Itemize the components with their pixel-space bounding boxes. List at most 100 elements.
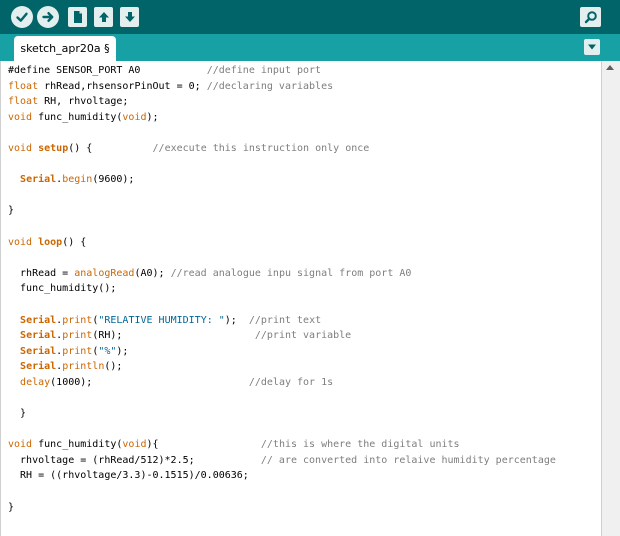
code-token: setup: [38, 142, 69, 154]
code-token: rhRead,rhsensorPinOut = 0;: [38, 80, 207, 92]
code-token: Serial: [20, 330, 57, 342]
code-token: );: [116, 345, 129, 357]
code-token: //declaring variables: [206, 80, 334, 92]
code-line: rhRead = analogRead(A0); //read analogue…: [8, 266, 556, 282]
code-line: RH = ((rhvoltage/3.3)-0.1515)/0.00636;: [8, 468, 556, 484]
code-token: (1000);: [50, 376, 249, 388]
scroll-up-arrow-icon[interactable]: [606, 65, 614, 70]
code-token: void: [8, 236, 33, 248]
new-file-icon: [73, 11, 82, 23]
code-line: void setup() { //execute this instructio…: [8, 141, 556, 157]
code-token: void: [122, 111, 147, 123]
code-token: float: [8, 96, 39, 108]
code-line: rhvoltage = (rhRead/512)*2.5; // are con…: [8, 453, 556, 469]
code-line: }: [8, 406, 556, 422]
chevron-down-icon: [588, 44, 596, 50]
arrow-right-icon: [42, 12, 54, 22]
code-token: () {: [62, 236, 87, 248]
code-token: Serial: [20, 345, 57, 357]
code-token: //define input port: [206, 65, 322, 76]
editor-left-border: [0, 61, 1, 536]
code-token: //print variable: [254, 330, 352, 342]
code-line: }: [8, 500, 556, 516]
code-line: delay(1000); //delay for 1s: [8, 375, 556, 391]
code-token: Serial: [20, 314, 57, 326]
open-button[interactable]: [94, 7, 113, 27]
code-token: (A0);: [134, 267, 171, 279]
code-token: );: [224, 314, 249, 326]
code-line: float RH, rhvoltage;: [8, 94, 556, 110]
toolbar: [0, 0, 620, 34]
code-line: void func_humidity(void){ //this is wher…: [8, 437, 556, 453]
code-token: (9600);: [92, 174, 135, 186]
code-token: RH = ((rhvoltage/3.3)-0.1515)/0.00636;: [8, 470, 249, 482]
code-line: void func_humidity(void);: [8, 110, 556, 126]
code-token: analogRead: [74, 267, 135, 279]
verify-button[interactable]: [11, 6, 33, 28]
code-token: void: [8, 111, 33, 123]
code-token: func_humidity(: [32, 111, 123, 123]
code-editor[interactable]: #define SENSOR_PORT A0 //define input po…: [0, 61, 601, 536]
code-token: void: [8, 142, 33, 154]
tab-bar: sketch_apr20a §: [0, 34, 620, 61]
code-token: "RELATIVE HUMIDITY: ": [98, 314, 225, 326]
code-token: print: [62, 330, 93, 342]
code-token: (RH);: [92, 330, 255, 342]
tab-menu-button[interactable]: [584, 39, 600, 55]
upload-button[interactable]: [37, 6, 59, 28]
code-text: #define SENSOR_PORT A0 //define input po…: [8, 63, 556, 515]
code-token: print: [62, 345, 93, 357]
code-line: void loop() {: [8, 235, 556, 251]
code-token: //delay for 1s: [248, 376, 334, 388]
code-token: rhvoltage = (rhRead/512)*2.5;: [8, 454, 261, 466]
code-token: );: [146, 111, 159, 123]
tab-label: sketch_apr20a §: [20, 42, 110, 55]
code-token: }: [8, 501, 15, 513]
magnifier-icon: [584, 11, 597, 24]
code-token: ){: [146, 439, 261, 451]
arrow-down-icon: [124, 12, 135, 22]
code-token: delay: [20, 376, 51, 388]
code-token: "%": [98, 345, 117, 357]
vertical-scrollbar[interactable]: [601, 61, 620, 536]
serial-monitor-button[interactable]: [580, 7, 601, 27]
code-token: println: [62, 361, 105, 373]
code-token: void: [122, 439, 147, 451]
code-line: func_humidity();: [8, 281, 556, 297]
code-line: }: [8, 203, 556, 219]
code-token: () {: [68, 142, 153, 154]
new-button[interactable]: [68, 7, 87, 27]
code-line: Serial.println();: [8, 359, 556, 375]
code-token: }: [8, 205, 15, 217]
code-token: func_humidity();: [8, 283, 117, 295]
code-token: void: [8, 439, 33, 451]
save-button[interactable]: [120, 7, 139, 27]
code-token: rhRead =: [8, 267, 75, 279]
code-token: print: [62, 314, 93, 326]
code-line: Serial.print(RH); //print variable: [8, 328, 556, 344]
code-token: ();: [104, 361, 123, 373]
code-token: loop: [38, 236, 63, 248]
code-token: RH, rhvoltage;: [38, 96, 129, 108]
code-token: #define SENSOR_PORT A0: [8, 65, 207, 76]
code-token: float: [8, 80, 39, 92]
code-token: //this is where the digital units: [260, 439, 460, 451]
code-line: float rhRead,rhsensorPinOut = 0; //decla…: [8, 79, 556, 95]
arrow-up-icon: [98, 12, 109, 22]
tab-sketch[interactable]: sketch_apr20a §: [14, 36, 116, 61]
